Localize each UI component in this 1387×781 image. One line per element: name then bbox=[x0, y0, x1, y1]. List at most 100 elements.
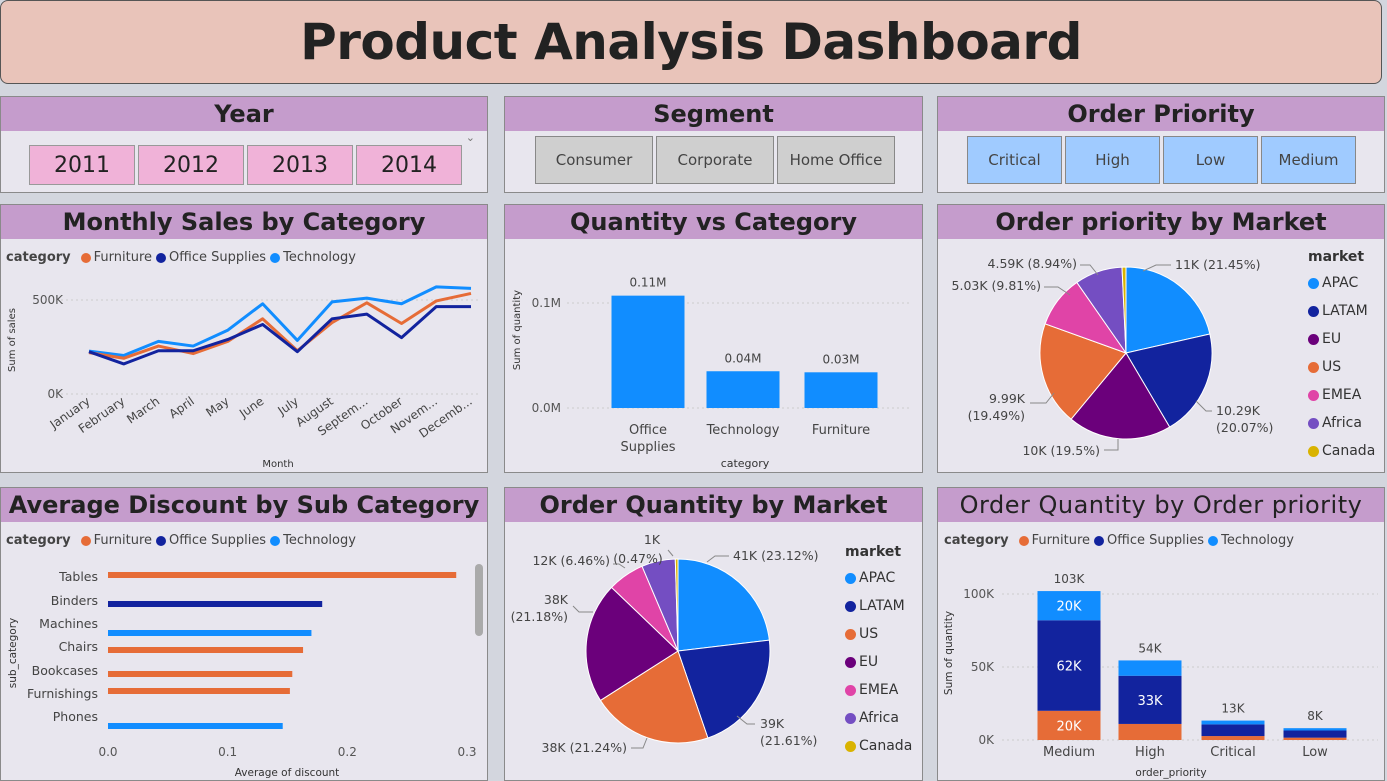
legend-item-latam: LATAM bbox=[1308, 297, 1375, 325]
bar-segment-high-technology bbox=[1118, 660, 1182, 676]
x-axis-title: Average of discount bbox=[235, 767, 340, 779]
legend-item-eu: EU bbox=[845, 648, 912, 676]
y-tick-label: Machines bbox=[39, 616, 98, 631]
segment-option-consumer[interactable]: Consumer bbox=[535, 136, 653, 184]
legend-label: EMEA bbox=[859, 682, 899, 698]
y-axis-title: Sum of quantity bbox=[943, 611, 955, 695]
bar-furniture bbox=[804, 372, 878, 408]
leader-line bbox=[1104, 439, 1119, 451]
legend-label: EU bbox=[1322, 331, 1342, 347]
year-option-2014[interactable]: 2014 bbox=[356, 145, 462, 185]
legend-dot bbox=[1308, 277, 1319, 289]
discount-chart: 0.0 0.1 0.2 0.3 Average of discount sub_categ… bbox=[7, 569, 477, 779]
x-tick-label: 0.1 bbox=[218, 745, 237, 759]
y-tick-label: 50K bbox=[971, 660, 995, 674]
total-label: 8K bbox=[1307, 709, 1324, 723]
monthly-sales-chart: 500K0KSum of salesMonthJanuaryFebruaryMa… bbox=[7, 285, 481, 470]
dashboard-header: Product Analysis Dashboard bbox=[0, 0, 1382, 84]
legend-dot bbox=[1308, 445, 1319, 457]
legend-label: US bbox=[1322, 359, 1342, 375]
data-label: 0.03M bbox=[822, 352, 859, 366]
bar-machines bbox=[108, 630, 312, 636]
priority-option-critical[interactable]: Critical bbox=[967, 136, 1062, 184]
bar-technology bbox=[706, 371, 780, 408]
x-tick-label: Critical bbox=[1210, 745, 1255, 760]
y-tick-label: 0K bbox=[978, 733, 995, 747]
x-tick-label: 0.0 bbox=[98, 745, 117, 759]
bar-segment-critical-office-supplies bbox=[1201, 724, 1265, 737]
data-label: 20K bbox=[1056, 719, 1082, 734]
legend-dot bbox=[845, 600, 856, 612]
y-axis-title: sub_category bbox=[7, 618, 19, 688]
data-label: 39K bbox=[760, 716, 785, 731]
quantity-priority-panel: Order Quantity by Order priority categor… bbox=[937, 487, 1385, 781]
data-label: (0.47%) bbox=[613, 551, 662, 566]
chevron-down-icon[interactable]: ⌄ bbox=[466, 131, 475, 144]
dashboard-title: Product Analysis Dashboard bbox=[300, 13, 1082, 71]
year-option-2012[interactable]: 2012 bbox=[138, 145, 244, 185]
leader-line bbox=[706, 555, 729, 563]
legend-item-africa: Africa bbox=[845, 704, 912, 732]
segment-slicer: Segment Consumer Corporate Home Office bbox=[504, 96, 923, 193]
bar-segment-low-technology bbox=[1283, 728, 1347, 731]
y-tick-label: 0K bbox=[47, 387, 64, 401]
legend-item-eu: EU bbox=[1308, 325, 1375, 353]
priority-option-medium[interactable]: Medium bbox=[1261, 136, 1356, 184]
y-tick-label: 0.0M bbox=[532, 401, 561, 415]
legend-dot bbox=[845, 628, 856, 640]
x-axis-title: order_priority bbox=[1135, 767, 1206, 779]
legend-item-apac: APAC bbox=[1308, 269, 1375, 297]
quantity-market-panel: Order Quantity by Market 41K (23.12%) 39K… bbox=[504, 487, 923, 781]
legend-label: APAC bbox=[1322, 275, 1359, 291]
leader-line bbox=[631, 737, 648, 749]
legend-label: Africa bbox=[1322, 415, 1362, 431]
legend-title: market bbox=[1308, 249, 1365, 265]
quantity-category-chart: 0.1M 0.0M Sum of quantity category 0.11M Offi… bbox=[512, 276, 910, 470]
data-label: 4.59K (8.94%) bbox=[988, 256, 1077, 271]
data-label: (21.61%) bbox=[760, 733, 817, 748]
year-option-2011[interactable]: 2011 bbox=[29, 145, 135, 185]
bar-segment-high-furniture bbox=[1118, 723, 1182, 740]
x-tick-label: Low bbox=[1302, 745, 1328, 760]
data-label: 5.03K (9.81%) bbox=[952, 278, 1041, 293]
bar-segment-critical-technology bbox=[1201, 720, 1265, 725]
bar-chairs bbox=[108, 647, 304, 653]
data-label: 33K bbox=[1137, 694, 1163, 709]
year-option-2013[interactable]: 2013 bbox=[247, 145, 353, 185]
legend-label: Africa bbox=[859, 710, 899, 726]
legend-dot bbox=[1308, 361, 1319, 373]
legend-title: market bbox=[845, 544, 902, 560]
data-label: 1K bbox=[644, 532, 661, 547]
segment-option-corporate[interactable]: Corporate bbox=[656, 136, 774, 184]
y-axis-title: Sum of quantity bbox=[512, 290, 523, 370]
data-label: 38K bbox=[544, 592, 569, 607]
legend-dot bbox=[1308, 333, 1319, 345]
priority-option-high[interactable]: High bbox=[1065, 136, 1160, 184]
priority-option-low[interactable]: Low bbox=[1163, 136, 1258, 184]
bar-office-supplies bbox=[611, 295, 685, 408]
data-label: 41K (23.12%) bbox=[733, 548, 819, 563]
pie-slice-apac bbox=[677, 558, 770, 652]
segment-option-home-office[interactable]: Home Office bbox=[777, 136, 895, 184]
data-label: 62K bbox=[1056, 660, 1082, 675]
legend-item-apac: APAC bbox=[845, 564, 912, 592]
x-axis-title: Month bbox=[262, 459, 293, 470]
data-label: 0.04M bbox=[724, 351, 761, 365]
legend-label: Canada bbox=[1322, 443, 1376, 459]
y-tick-label: Furnishings bbox=[27, 686, 98, 701]
data-label: 38K (21.24%) bbox=[542, 740, 628, 755]
total-label: 54K bbox=[1138, 641, 1162, 655]
legend-dot bbox=[845, 572, 856, 584]
discount-panel: Average Discount by Sub Category categor… bbox=[0, 487, 488, 781]
x-tick-label: March bbox=[124, 394, 162, 426]
x-tick-label: High bbox=[1135, 745, 1165, 760]
legend-label: LATAM bbox=[1322, 303, 1368, 319]
data-label: (20.07%) bbox=[1216, 420, 1273, 435]
y-tick-label: 0.1M bbox=[532, 296, 561, 310]
priority-slicer: Order Priority Critical High Low Medium bbox=[937, 96, 1385, 193]
series-line-technology bbox=[88, 285, 472, 357]
data-label: 10K (19.5%) bbox=[1022, 443, 1100, 458]
legend-dot bbox=[845, 712, 856, 724]
x-tick-label: Technology bbox=[706, 423, 780, 438]
x-tick-label: Medium bbox=[1043, 745, 1095, 760]
